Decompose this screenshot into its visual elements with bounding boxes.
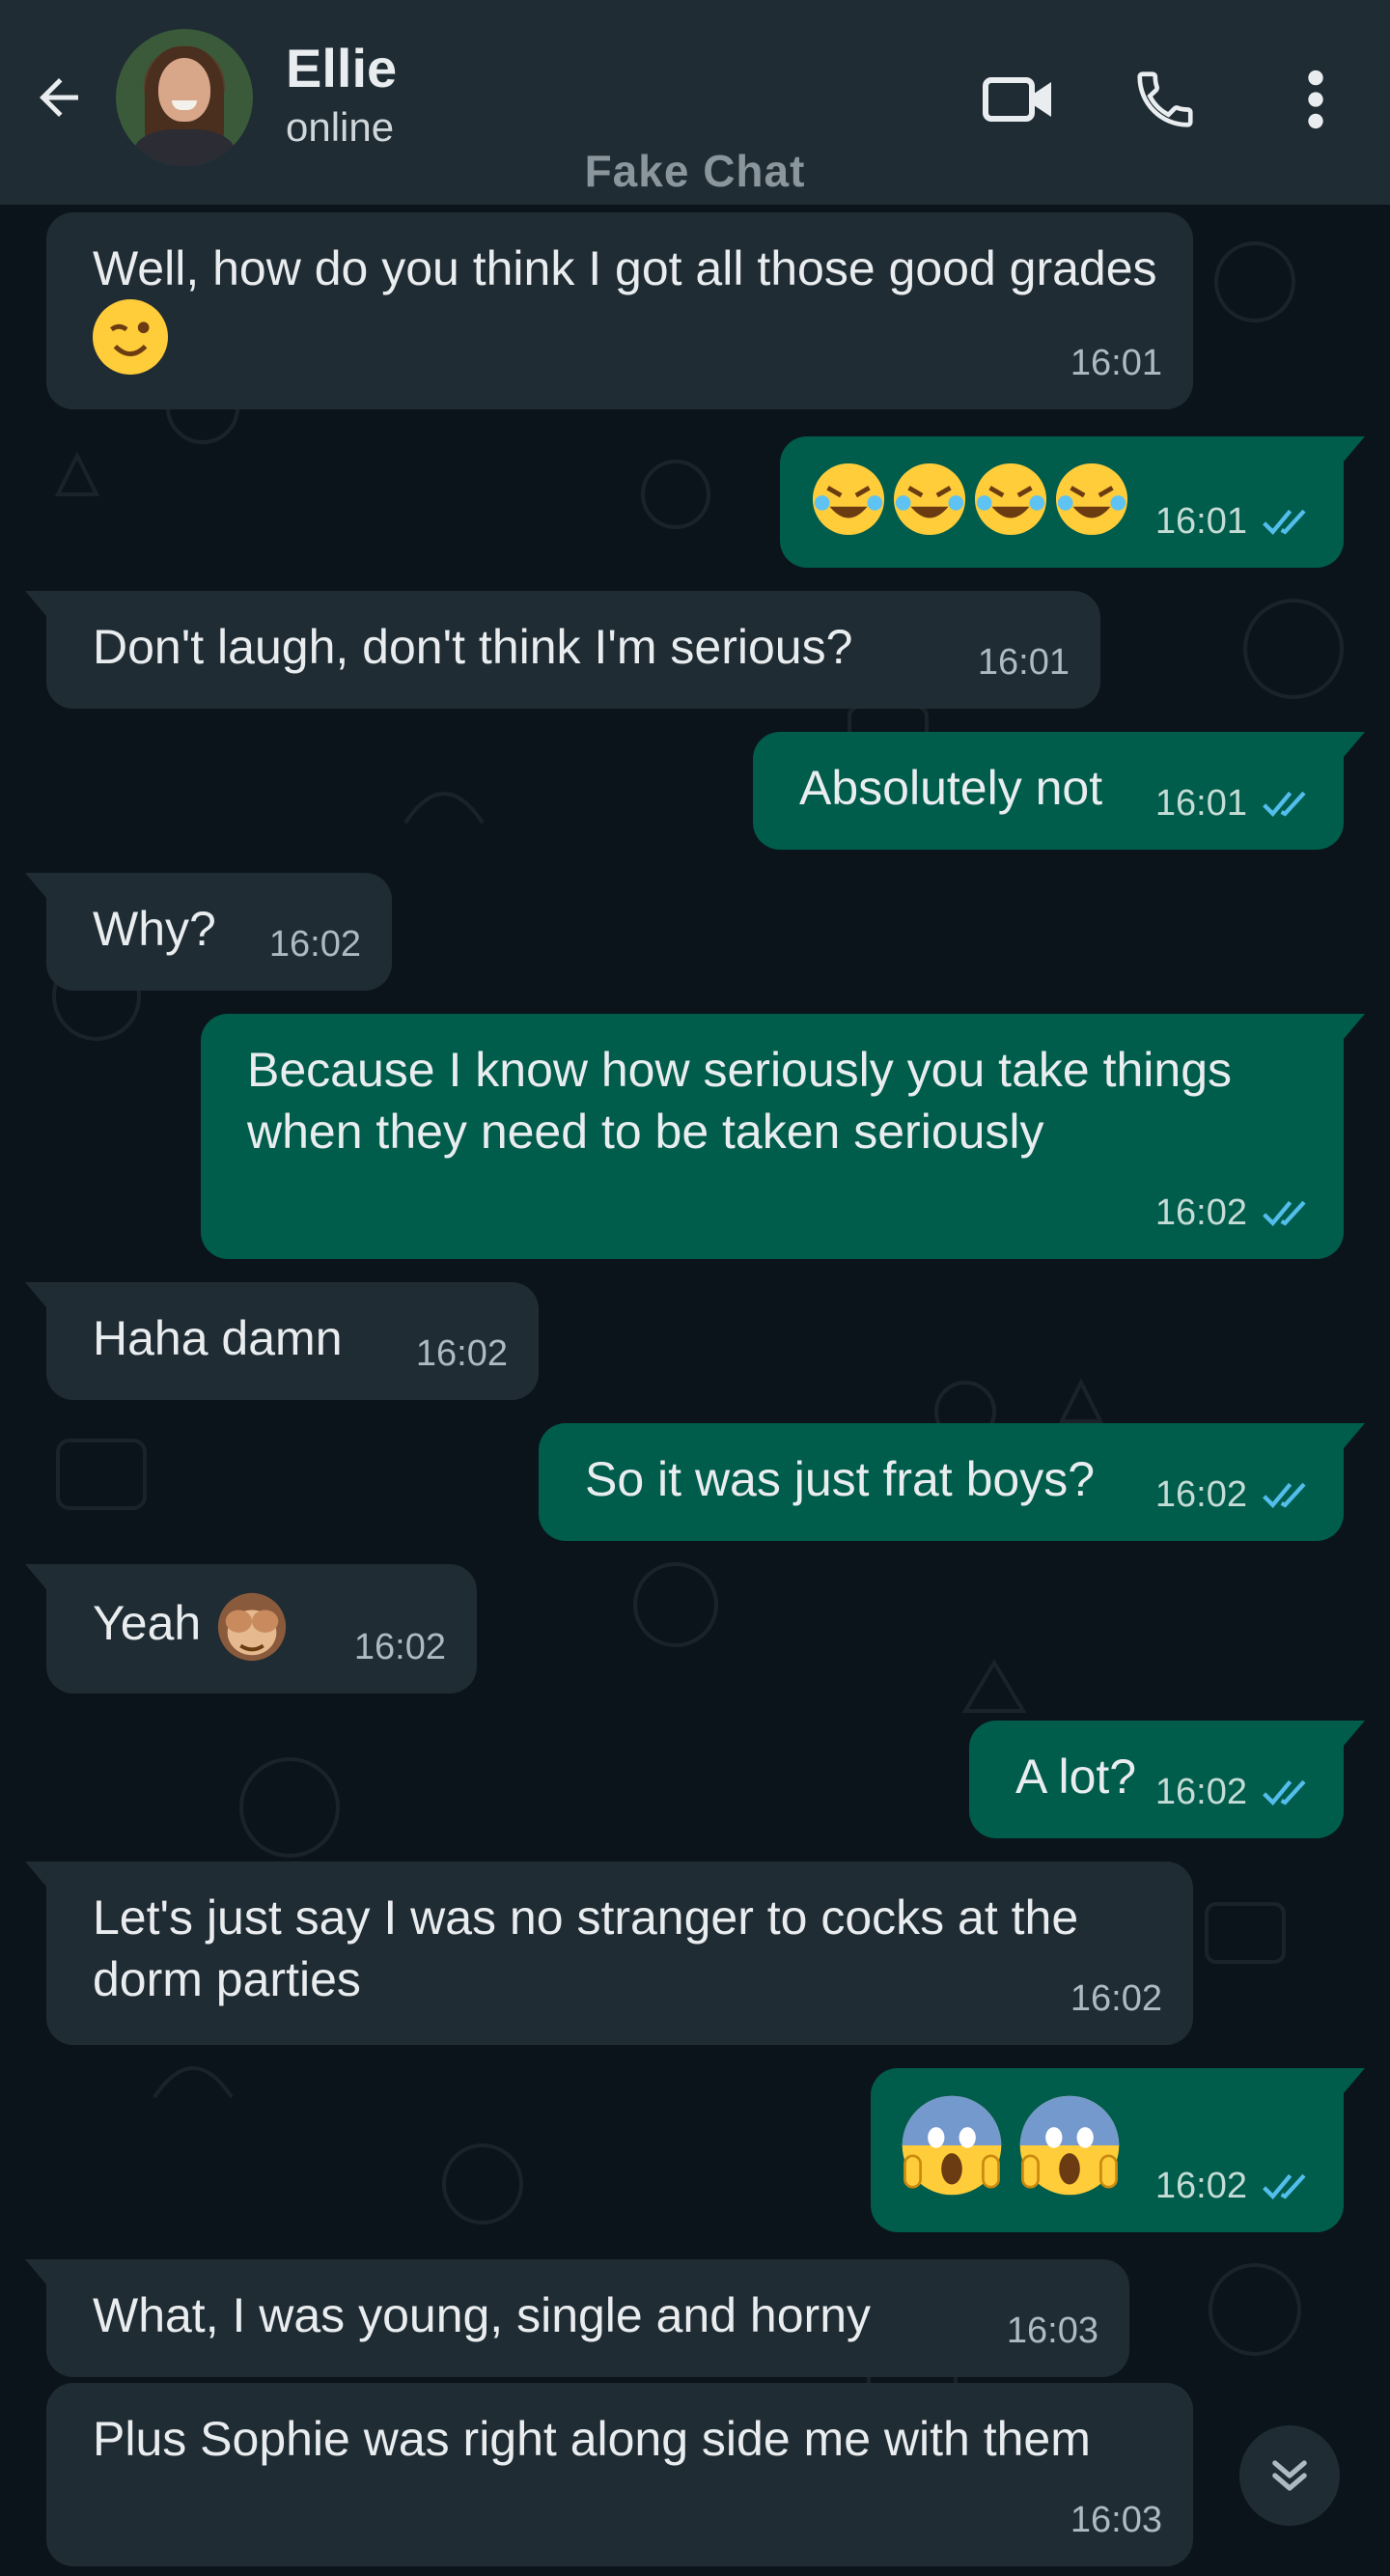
read-ticks-icon bbox=[1263, 1482, 1306, 1508]
more-options-button[interactable] bbox=[1272, 56, 1359, 143]
message-incoming[interactable]: Let's just say I was no stranger to cock… bbox=[25, 1862, 1193, 2045]
message-text: Haha damn bbox=[93, 1311, 343, 1365]
read-ticks-icon bbox=[1263, 1200, 1306, 1226]
message-incoming[interactable]: What, I was young, single and horny 16:0… bbox=[25, 2259, 1129, 2377]
read-ticks-icon bbox=[1263, 2173, 1306, 2199]
see-no-evil-monkey-emoji bbox=[214, 1589, 290, 1665]
message-time: 16:03 bbox=[1006, 2310, 1098, 2351]
message-text: Well, how do you think I got all those g… bbox=[93, 241, 1157, 295]
message-time: 16:01 bbox=[1155, 490, 1313, 552]
message-incoming[interactable]: Haha damn 16:02 bbox=[25, 1282, 539, 1400]
message-time: 16:02 bbox=[1155, 1464, 1313, 1526]
message-text: Plus Sophie was right along side me with… bbox=[93, 2412, 1091, 2466]
message-outgoing[interactable]: Because I know how seriously you take th… bbox=[201, 1014, 1365, 1259]
contact-status: online bbox=[286, 104, 395, 150]
rofl-emoji-group bbox=[811, 462, 1129, 537]
winking-face-emoji bbox=[93, 299, 168, 375]
chat-header: Ellie online Fake Chat bbox=[0, 0, 1390, 205]
video-call-icon bbox=[983, 77, 1051, 122]
message-text: Let's just say I was no stranger to cock… bbox=[93, 1890, 1093, 2006]
message-time: 16:02 bbox=[415, 1333, 508, 1374]
double-chevron-down-icon bbox=[1272, 2460, 1307, 2491]
message-incoming[interactable]: Don't laugh, don't think I'm serious? 16… bbox=[25, 591, 1100, 709]
message-time: 16:01 bbox=[1070, 343, 1162, 383]
message-text: Why? bbox=[93, 902, 216, 956]
more-vertical-icon bbox=[1308, 70, 1323, 129]
contact-name[interactable]: Ellie bbox=[286, 37, 397, 99]
message-text: Yeah bbox=[93, 1596, 202, 1651]
message-list[interactable]: Well, how do you think I got all those g… bbox=[0, 205, 1390, 2576]
screaming-face-emoji-group bbox=[900, 2093, 1122, 2198]
scroll-to-bottom-button[interactable] bbox=[1239, 2425, 1340, 2526]
message-time: 16:03 bbox=[1070, 2500, 1162, 2540]
back-button[interactable] bbox=[25, 64, 93, 131]
message-text: Because I know how seriously you take th… bbox=[247, 1043, 1245, 1159]
message-outgoing[interactable]: Absolutely not 16:01 bbox=[753, 732, 1365, 850]
voice-call-button[interactable] bbox=[1122, 56, 1209, 143]
message-time: 16:01 bbox=[977, 642, 1070, 683]
message-text: Absolutely not bbox=[799, 761, 1103, 815]
message-text: A lot? bbox=[1015, 1750, 1137, 1804]
read-ticks-icon bbox=[1263, 509, 1306, 535]
message-time: 16:02 bbox=[1155, 1761, 1313, 1823]
message-time: 16:02 bbox=[1155, 1182, 1313, 1244]
watermark-label: Fake Chat bbox=[584, 146, 806, 196]
message-text: Don't laugh, don't think I'm serious? bbox=[93, 620, 853, 674]
message-time: 16:02 bbox=[353, 1627, 446, 1667]
message-incoming[interactable]: Yeah 16:02 bbox=[25, 1564, 477, 1694]
message-outgoing[interactable]: So it was just frat boys? 16:02 bbox=[539, 1423, 1365, 1541]
message-incoming[interactable]: Well, how do you think I got all those g… bbox=[46, 212, 1193, 409]
message-time: 16:02 bbox=[268, 924, 361, 965]
message-incoming[interactable]: Plus Sophie was right along side me with… bbox=[46, 2383, 1193, 2566]
message-time: 16:01 bbox=[1155, 772, 1313, 834]
message-time: 16:02 bbox=[1070, 1978, 1162, 2019]
message-text: What, I was young, single and horny bbox=[93, 2288, 872, 2342]
message-outgoing[interactable]: 16:01 bbox=[780, 436, 1365, 568]
phone-icon bbox=[1137, 71, 1193, 127]
back-arrow-icon bbox=[40, 78, 78, 117]
message-outgoing[interactable]: A lot? 16:02 bbox=[969, 1721, 1365, 1838]
message-incoming[interactable]: Why? 16:02 bbox=[25, 873, 392, 991]
video-call-button[interactable] bbox=[975, 56, 1062, 143]
message-time: 16:02 bbox=[1155, 2155, 1313, 2217]
message-text: So it was just frat boys? bbox=[585, 1452, 1096, 1506]
read-ticks-icon bbox=[1263, 791, 1306, 817]
message-outgoing[interactable]: 16:02 bbox=[871, 2068, 1365, 2232]
read-ticks-icon bbox=[1263, 1779, 1306, 1806]
